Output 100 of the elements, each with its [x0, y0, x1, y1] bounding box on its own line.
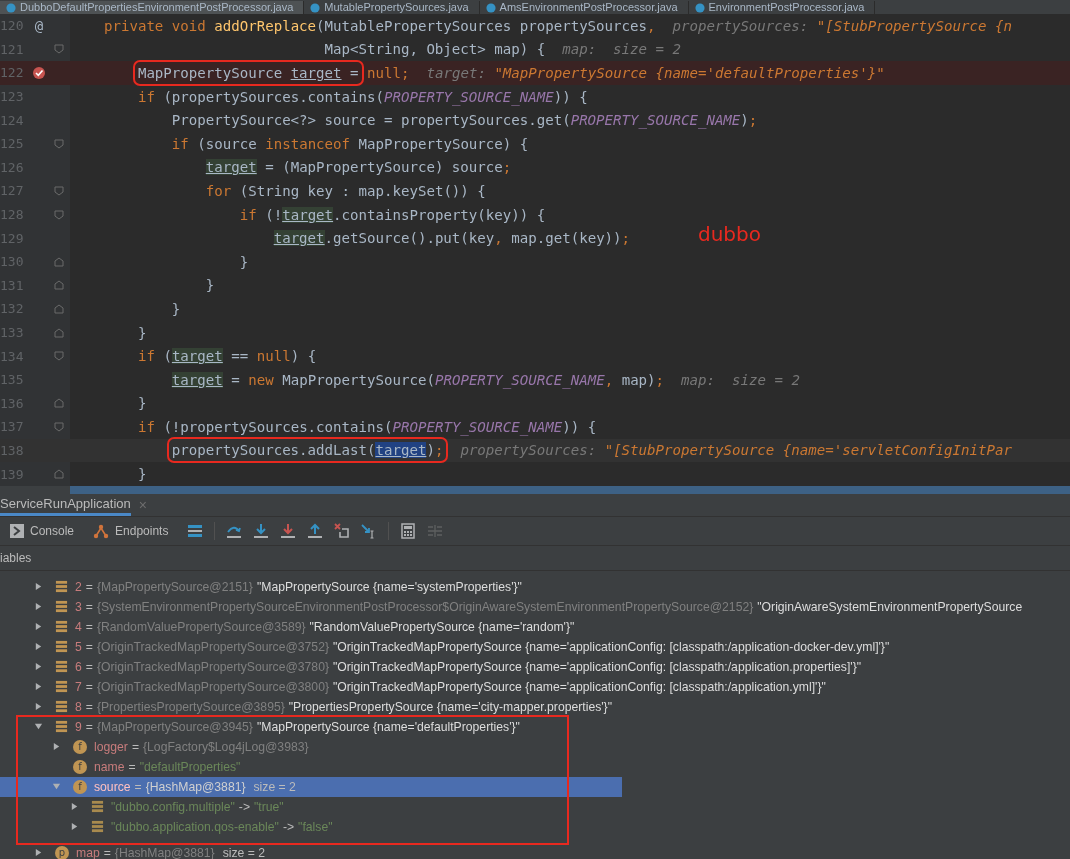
variable-row[interactable]: 6 = {OriginTrackedMapPropertySource@3780} "OriginTrackedMapPropertySource {name='applicationConfig: [classpath:/application.properties]'}" [0, 656, 1070, 677]
variable-row[interactable]: p map = {HashMap@3881} size = 2 [0, 842, 1070, 859]
code-text: )) { [553, 88, 588, 105]
code-text: ; [502, 159, 512, 176]
code-text: if [239, 206, 257, 223]
code-text: , [604, 371, 614, 388]
operator-text: = [85, 699, 93, 714]
variable-row[interactable]: 7 = {OriginTrackedMapPropertySource@3800} "OriginTrackedMapPropertySource {name='applicationConfig: [classpath:/application.yml]'}" [0, 676, 1070, 697]
variable-row[interactable]: "dubbo.application.qos-enable" -> "false" [0, 816, 567, 837]
frames-icon[interactable] [187, 522, 204, 539]
code-text: (! [265, 206, 283, 223]
calculator-icon[interactable] [400, 522, 417, 539]
file-tab[interactable]: DubboDefaultPropertiesEnvironmentPostProcessor.java [0, 1, 305, 14]
operator-text: = [131, 739, 139, 754]
list-icon [55, 680, 68, 694]
variable-row[interactable]: f name = "defaultProperties" [0, 756, 567, 777]
variable-row[interactable]: 2 = {MapPropertySource@2151} "MapPropertySource {name='systemProperties'}" [0, 576, 1070, 597]
code-text: , [647, 17, 656, 34]
list-icon [55, 580, 68, 594]
list-icon [55, 640, 68, 654]
variable-size: size = 2 [222, 845, 265, 859]
override-marker[interactable]: @ [34, 17, 44, 34]
variable-name: 9 [75, 719, 82, 734]
variable-row[interactable]: f source = {HashMap@3881} size = 2 [0, 776, 622, 797]
class-file-icon [485, 2, 496, 13]
variable-row[interactable]: f logger = {LogFactory$Log4jLog@3983} [0, 736, 567, 757]
line-number: 122 [0, 65, 24, 81]
code-text: for [205, 182, 232, 199]
operator-text: = [103, 845, 111, 859]
operator-text: -> [282, 819, 295, 834]
step-out-icon[interactable] [307, 522, 324, 539]
code-text: target [273, 230, 325, 247]
code-text: = [231, 371, 241, 388]
code-text: map: size = 2 [681, 371, 800, 388]
list-icon [55, 620, 68, 634]
variable-name: source [94, 779, 131, 794]
force-step-into-icon[interactable] [280, 522, 297, 539]
variable-type: {MapPropertySource@2151} [96, 579, 253, 594]
expand-caret-icon[interactable] [52, 742, 61, 752]
variable-row[interactable]: 9 = {MapPropertySource@3945} "MapPropertySource {name='defaultProperties'}" [0, 716, 567, 737]
variable-row[interactable]: 8 = {PropertiesPropertySource@3895} "PropertiesPropertySource {name='city-mapper.properties'}" [0, 696, 1070, 717]
step-into-icon[interactable] [253, 522, 270, 539]
variable-value: "PropertiesPropertySource {name='city-mapper.properties'}" [288, 699, 612, 714]
scrollbar[interactable] [70, 485, 1070, 494]
variable-value: "defaultProperties" [139, 759, 241, 774]
list-icon [55, 720, 68, 734]
variable-row[interactable]: 4 = {RandomValuePropertySource@3589} "RandomValuePropertySource {name='random'}" [0, 616, 1070, 637]
code-text: MapPropertySource( [282, 371, 435, 388]
code-text: ; [434, 442, 444, 459]
drop-frame-icon[interactable] [334, 522, 351, 539]
variable-name: 6 [75, 659, 82, 674]
variable-row[interactable]: "dubbo.config.multiple" -> "true" [0, 796, 567, 817]
operator-text: = [85, 639, 93, 654]
variable-name: 4 [75, 619, 82, 634]
code-text: } [239, 253, 249, 270]
variable-name: 2 [75, 579, 82, 594]
variable-name: map [76, 845, 100, 859]
code-text: (String key : map.keySet()) { [239, 182, 486, 199]
list-icon [91, 820, 104, 834]
tool-tab[interactable]: Endpoints [93, 522, 169, 539]
variable-size: size = 2 [253, 779, 296, 794]
variable-row[interactable]: 3 = {SystemEnvironmentPropertySourceEnvironmentPostProcessor$OriginAwareSystemEnvironmentPropertySource@2152} "OriginAwareSystemEnvironmentPropertySource [0, 596, 1070, 617]
variable-row[interactable]: 5 = {OriginTrackedMapPropertySource@3752} "OriginTrackedMapPropertySource {name='applicationConfig: [classpath:/application-docker-dev.yml]'}" [0, 636, 1070, 657]
variable-value: "RandomValuePropertySource {name='random'}" [309, 619, 575, 634]
code-text: MapPropertySource [137, 65, 284, 81]
list-icon [55, 600, 68, 614]
code-text: , [494, 230, 503, 247]
variable-name: name [94, 759, 125, 774]
variable-name: 8 [75, 699, 82, 714]
collapse-caret-icon[interactable] [34, 722, 43, 732]
operator-text: = [85, 659, 93, 674]
code-text: (propertySources.contains( [163, 88, 384, 105]
variable-value: "OriginTrackedMapPropertySource {name='applicationConfig: [classpath:/application.yml]'}" [333, 679, 826, 694]
code-text: (!propertySources.contains( [163, 418, 393, 435]
code-text: "[StubPropertySource {n [816, 17, 1012, 34]
annotation-text: dubbo [698, 222, 761, 246]
breakpoint-icon[interactable] [32, 66, 46, 80]
tool-tab[interactable]: Console [10, 523, 75, 538]
variable-type: {OriginTrackedMapPropertySource@3780} [96, 659, 329, 674]
operator-text: = [134, 779, 142, 794]
code-text: target: [426, 65, 487, 81]
code-text: (source [197, 135, 258, 152]
code-text: PROPERTY_SOURCE_NAME [434, 371, 605, 388]
code-text: )) { [562, 418, 597, 435]
field-badge: f [73, 779, 87, 794]
panel-title: iables [0, 550, 32, 565]
code-text: addOrReplace [214, 17, 317, 34]
debug-session-tab[interactable]: ServiceRunApplication [0, 493, 131, 516]
code-text: new [248, 371, 274, 388]
list-icon [91, 800, 104, 814]
code-text: .containsProperty(key)) { [333, 206, 546, 223]
code-text: } [171, 300, 181, 317]
expand-caret-icon[interactable] [34, 848, 43, 858]
variable-name: logger [94, 739, 128, 754]
variable-type: {RandomValuePropertySource@3589} [96, 619, 306, 634]
operator-text: = [85, 719, 93, 734]
variable-type: {SystemEnvironmentPropertySourceEnvironmentPostProcessor$OriginAwareSystemEnvironmentPropertySource@2152} [96, 599, 754, 614]
code-text: ) { [290, 348, 317, 365]
code-text: map) [621, 371, 656, 388]
class-file-icon [310, 2, 321, 13]
